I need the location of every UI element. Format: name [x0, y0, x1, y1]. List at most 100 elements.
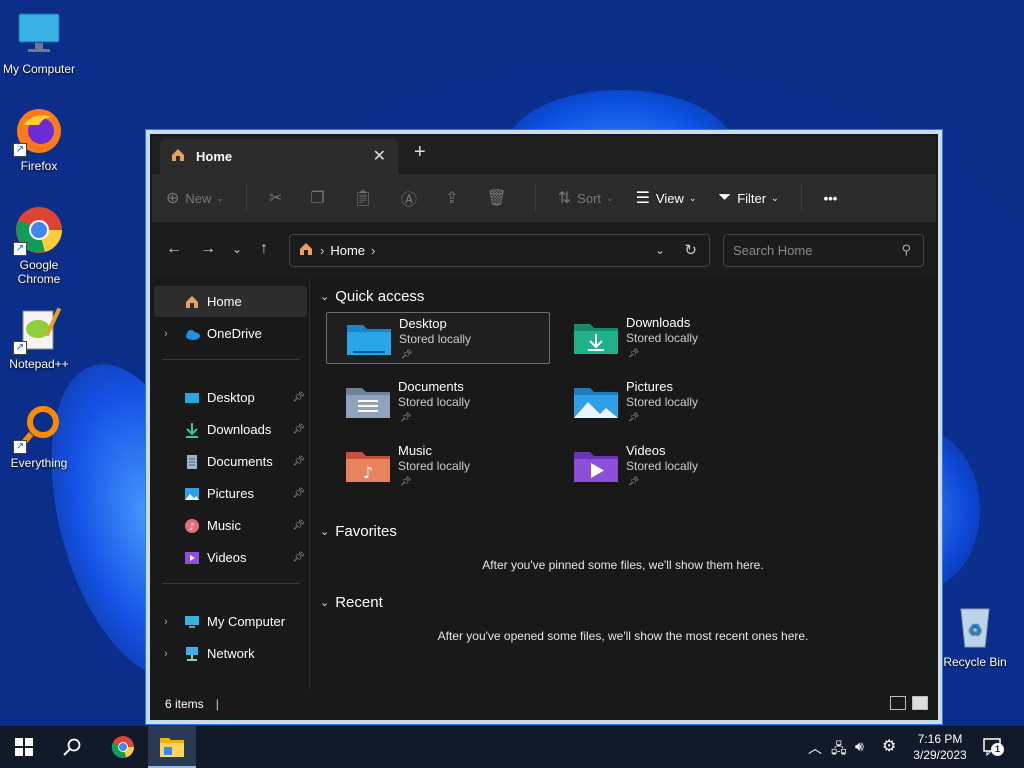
- navigation-pane: Home › OneDrive Desktop 📌︎ Downloads 📌︎ Do…: [152, 278, 310, 690]
- collapse-chevron-icon: ⌄: [320, 291, 330, 303]
- filter-button[interactable]: ⏷ Filter ⌄: [718, 189, 778, 207]
- refresh-icon[interactable]: ↻: [684, 241, 697, 259]
- quick-access-videos[interactable]: Videos Stored locally 📌︎: [554, 440, 778, 492]
- home-icon: [170, 147, 186, 166]
- quick-access-pictures[interactable]: Pictures Stored locally 📌︎: [554, 376, 778, 428]
- chrome-icon: [111, 736, 134, 758]
- collapse-chevron-icon: ⌄: [320, 526, 330, 538]
- sidebar-item-home[interactable]: Home: [154, 286, 307, 317]
- clock[interactable]: 7:16 PM 3/29/2023: [906, 731, 974, 763]
- desktop-icon-my-computer[interactable]: My Computer: [0, 10, 78, 76]
- view-icon: ☰: [635, 190, 650, 207]
- desktop-icon-everything[interactable]: ↗ Everything: [0, 404, 78, 470]
- new-tab-button[interactable]: +: [414, 141, 426, 164]
- taskbar-chrome[interactable]: [99, 726, 147, 768]
- recent-locations-chevron-icon[interactable]: ⌄: [232, 242, 242, 256]
- expand-chevron-icon[interactable]: ›: [164, 328, 168, 340]
- favorites-header[interactable]: ⌄ Favorites: [320, 523, 397, 540]
- quick-access-documents[interactable]: Documents Stored locally 📌︎: [326, 376, 550, 428]
- network-icon: [184, 646, 200, 662]
- taskbar: ︿ 🖧︎ 🔊︎ ⚙ 7:16 PM 3/29/2023 1: [0, 726, 1024, 768]
- quick-access-desktop[interactable]: Desktop Stored locally 📌︎: [326, 312, 550, 364]
- close-tab-icon[interactable]: ✕: [373, 146, 386, 166]
- tiles-view-icon[interactable]: [912, 696, 928, 710]
- sidebar-item-downloads[interactable]: Downloads 📌︎: [154, 414, 307, 445]
- scissors-icon: ✂: [268, 190, 283, 207]
- pin-icon: 📌︎: [292, 392, 305, 403]
- sidebar-item-my-computer[interactable]: › My Computer: [154, 606, 307, 637]
- quick-access-downloads[interactable]: Downloads Stored locally 📌︎: [554, 312, 778, 364]
- up-arrow-icon[interactable]: ↑: [260, 240, 268, 258]
- firefox-icon: ↗: [13, 107, 63, 157]
- cut-button[interactable]: ✂: [269, 188, 288, 208]
- notepadpp-icon: ↗: [13, 305, 63, 355]
- pin-icon: 📌︎: [400, 412, 412, 422]
- share-button[interactable]: ⇪: [445, 188, 464, 208]
- forward-arrow-icon[interactable]: →: [200, 240, 216, 258]
- quick-access-header[interactable]: ⌄ Quick access: [320, 288, 424, 305]
- sidebar-item-desktop[interactable]: Desktop 📌︎: [154, 382, 307, 413]
- show-hidden-icons-icon[interactable]: ︿: [808, 738, 822, 758]
- sidebar-item-music[interactable]: ♪ Music 📌︎: [154, 510, 307, 541]
- taskbar-file-explorer[interactable]: [148, 726, 196, 768]
- rename-button[interactable]: Ⓐ: [401, 186, 423, 210]
- content-pane: ⌄ Quick access Desktop Stored locally 📌︎ …: [312, 278, 936, 690]
- address-bar[interactable]: › Home › ⌄ ↻: [289, 234, 710, 267]
- music-icon: ♪: [184, 518, 200, 534]
- new-button[interactable]: ⊕ New ⌄: [166, 188, 224, 208]
- sidebar-item-documents[interactable]: Documents 📌︎: [154, 446, 307, 477]
- network-status-icon[interactable]: 🖧︎: [831, 738, 847, 762]
- taskbar-search-button[interactable]: [48, 726, 96, 768]
- pin-icon: 📌︎: [628, 412, 640, 422]
- breadcrumb-chevron-icon[interactable]: ›: [371, 243, 375, 258]
- desktop-icon-label: My Computer: [2, 62, 76, 76]
- more-button[interactable]: •••: [824, 191, 838, 206]
- volume-icon[interactable]: 🔊︎: [855, 738, 864, 755]
- desktop-icon-firefox[interactable]: ↗ Firefox: [0, 107, 78, 173]
- start-button[interactable]: [0, 726, 48, 768]
- pin-icon: 📌︎: [292, 488, 305, 499]
- view-button[interactable]: ☰ View ⌄: [636, 188, 697, 208]
- sort-icon: ⇅: [557, 190, 572, 207]
- svg-text:♪: ♪: [363, 463, 373, 482]
- paste-icon: 📋︎: [352, 190, 374, 207]
- pin-icon: 📌︎: [401, 349, 413, 359]
- search-icon: ⚲: [901, 242, 911, 257]
- sidebar-item-pictures[interactable]: Pictures 📌︎: [154, 478, 307, 509]
- filter-icon: ⏷: [718, 189, 732, 206]
- pin-icon: 📌︎: [628, 476, 640, 486]
- pin-icon: 📌︎: [628, 348, 640, 358]
- tab-home[interactable]: Home ✕: [160, 139, 398, 174]
- documents-icon: [184, 454, 200, 470]
- address-dropdown-icon[interactable]: ⌄: [655, 243, 665, 257]
- sidebar-item-videos[interactable]: Videos 📌︎: [154, 542, 307, 573]
- status-bar: 6 items |: [152, 690, 936, 718]
- onedrive-icon: [184, 326, 200, 342]
- sidebar-item-network[interactable]: › Network: [154, 638, 307, 669]
- copy-button[interactable]: ❐: [310, 188, 330, 208]
- sidebar-item-onedrive[interactable]: › OneDrive: [154, 318, 307, 349]
- pin-icon: 📌︎: [292, 424, 305, 435]
- tab-title: Home: [196, 149, 233, 164]
- breadcrumb-home[interactable]: Home: [330, 243, 365, 258]
- details-view-icon[interactable]: [890, 696, 906, 710]
- delete-button[interactable]: 🗑︎: [486, 188, 512, 208]
- search-input[interactable]: Search Home ⚲: [723, 234, 924, 267]
- expand-chevron-icon[interactable]: ›: [164, 648, 168, 660]
- desktop-icon-recycle-bin[interactable]: ♻ Recycle Bin: [936, 603, 1014, 669]
- desktop-icon-chrome[interactable]: ↗ Google Chrome: [0, 206, 78, 286]
- sort-button[interactable]: ⇅ Sort ⌄: [558, 188, 614, 208]
- tab-bar: Home ✕ +: [152, 136, 936, 174]
- quick-access-music[interactable]: ♪ Music Stored locally 📌︎: [326, 440, 550, 492]
- paste-button[interactable]: 📋︎: [353, 188, 379, 208]
- recent-header[interactable]: ⌄ Recent: [320, 594, 383, 611]
- search-placeholder: Search Home: [733, 243, 813, 258]
- desktop-folder-icon: [184, 390, 200, 406]
- settings-gear-icon[interactable]: ⚙: [882, 736, 896, 756]
- notifications-icon[interactable]: 1: [983, 738, 1004, 757]
- back-arrow-icon[interactable]: ←: [166, 240, 182, 258]
- notification-badge: 1: [991, 743, 1004, 756]
- desktop-icon-notepadpp[interactable]: ↗ Notepad++: [0, 305, 78, 371]
- command-bar: ⊕ New ⌄ ✂ ❐ 📋︎ Ⓐ ⇪ 🗑︎ ⇅ Sort ⌄ ☰ View ⌄ ⏷ Filte…: [152, 174, 936, 222]
- expand-chevron-icon[interactable]: ›: [164, 616, 168, 628]
